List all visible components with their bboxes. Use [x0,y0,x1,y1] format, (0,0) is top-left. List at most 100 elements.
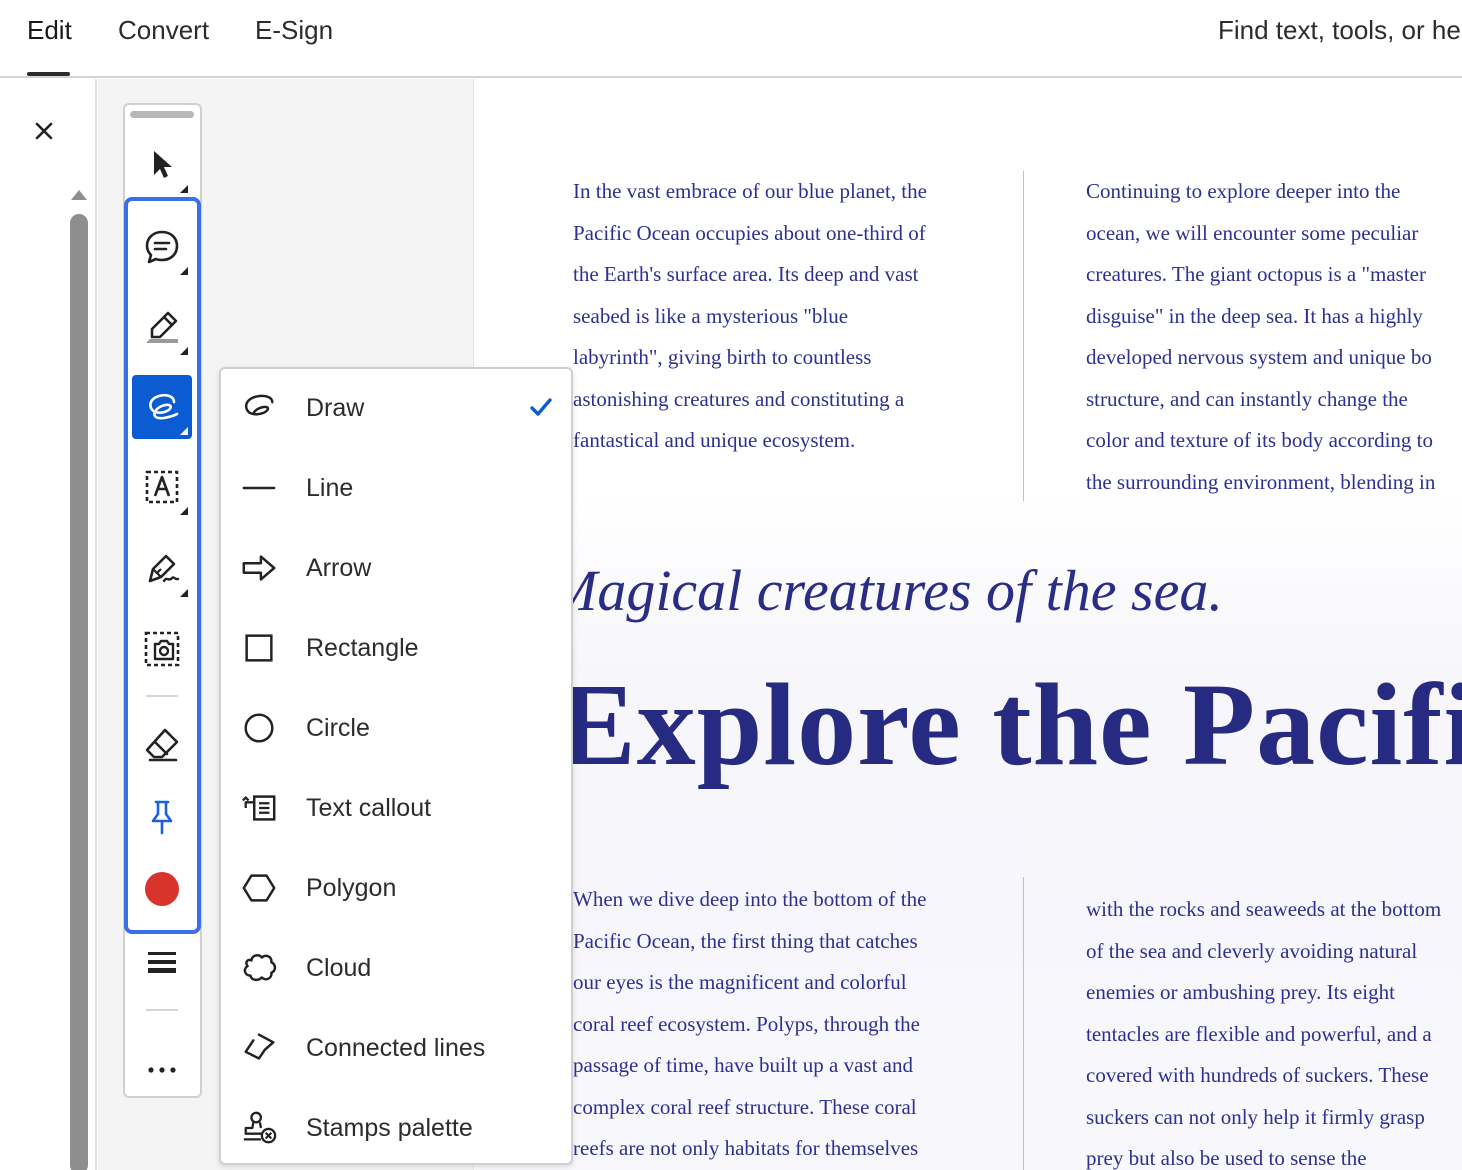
paragraph-bottom-left: When we dive deep into the bottom of the… [573,879,926,1170]
text-line: of the sea and cleverly avoiding natural [1086,938,1418,963]
close-icon[interactable] [30,117,58,145]
menu-item-label: Circle [306,713,370,742]
tab-convert[interactable]: Convert [118,15,209,46]
menu-item-polygon[interactable]: Polygon [221,849,571,927]
polygon-icon [242,874,276,902]
text-line: astonishing creatures and constituting a [573,386,905,411]
submenu-indicator [180,589,188,597]
tool-comment[interactable] [132,215,192,279]
text-line: Pacific Ocean, the first thing that catc… [573,928,918,953]
text-line: disguise" in the deep sea. It has a high… [1086,303,1423,328]
text-line: Continuing to explore deeper into the [1086,179,1401,203]
menu-item-circle[interactable]: Circle [221,689,571,767]
arrow-icon [242,555,276,581]
column-rule [1023,171,1024,501]
text-callout-icon [242,795,276,821]
more-dots-icon [148,1067,176,1073]
text-line: coral reef ecosystem. Polyps, through th… [573,1011,920,1036]
camera-capture-icon [144,631,180,667]
submenu-indicator [180,427,188,435]
menu-item-text-callout[interactable]: Text callout [221,769,571,847]
document-subtitle: Magical creatures of the sea. [549,558,1223,623]
tool-more[interactable] [132,1026,192,1090]
menu-item-stamps-palette[interactable]: Stamps palette [221,1089,571,1167]
text-line: seabed is like a mysterious "blue [573,303,849,328]
text-line: creatures. The giant octopus is a "maste… [1086,262,1426,286]
column-rule [1023,877,1024,1170]
comment-bubble-icon [145,230,179,264]
eraser-icon [145,728,179,762]
menu-item-label: Line [306,473,354,502]
scrollbar-thumb[interactable] [70,214,88,1170]
text-line: When we dive deep into the bottom of the [573,887,927,911]
tool-line-weight[interactable] [132,930,192,994]
tool-highlight[interactable] [132,295,192,359]
color-swatch-icon [145,872,179,906]
menu-item-label: Stamps palette [306,1113,473,1142]
search-tools-input[interactable]: Find text, tools, or hel [1218,15,1462,46]
checkmark-icon [530,398,552,416]
toolbar-drag-handle[interactable] [130,111,194,118]
text-line: labyrinth", giving birth to countless [573,345,872,369]
menu-item-label: Arrow [306,553,372,582]
text-line: passage of time, have built up a vast an… [573,1053,913,1077]
text-line: ocean, we will encounter some peculiar [1086,220,1419,245]
menu-item-draw[interactable]: Draw [221,369,571,447]
tool-snapshot[interactable] [132,617,192,681]
freehand-draw-icon [149,393,179,420]
top-bar: Edit Convert E-Sign Find text, tools, or… [0,0,1462,78]
text-line: In the vast embrace of our blue planet, … [573,179,927,203]
menu-item-connected-lines[interactable]: Connected lines [221,1009,571,1087]
stamps-palette-icon [243,1111,277,1144]
cloud-icon [243,954,277,982]
toolbar-separator [146,1009,178,1011]
circle-icon [244,713,274,743]
menu-item-cloud[interactable]: Cloud [221,929,571,1007]
text-line: the Earth's surface area. Its deep and v… [573,262,919,286]
highlighter-icon [146,311,178,343]
toolbar-separator [146,695,178,697]
paragraph-top-left: In the vast embrace of our blue planet, … [573,171,927,462]
menu-item-label: Rectangle [306,633,419,662]
text-line: suckers can not only help it firmly gras… [1086,1104,1425,1129]
freehand-draw-icon [244,394,274,416]
text-line: color and texture of its body according … [1086,428,1433,452]
tool-color[interactable] [132,857,192,921]
tool-draw[interactable] [132,375,192,439]
menu-item-rectangle[interactable]: Rectangle [221,609,571,687]
tool-pin[interactable] [132,785,192,849]
text-line: reefs are not only habitats for themselv… [573,1136,919,1160]
tool-signature[interactable] [132,537,192,601]
connected-lines-icon [244,1033,275,1060]
tool-text-box[interactable] [132,455,192,519]
menu-item-label: Connected lines [306,1033,486,1062]
text-line: the surrounding environment, blending in [1086,469,1436,494]
text-line: our eyes is the magnificent and colorful [573,970,907,994]
text-line: covered with hundreds of suckers. These [1086,1063,1429,1087]
pin-icon [151,800,173,835]
caret-up-icon[interactable] [69,187,89,201]
text-line: developed nervous system and unique bo [1086,345,1432,369]
menu-item-line[interactable]: Line [221,449,571,527]
menu-item-label: Draw [306,393,365,422]
tab-edit[interactable]: Edit [27,15,72,46]
text-line: structure, and can instantly change the [1086,386,1408,411]
text-line: Pacific Ocean occupies about one-third o… [573,220,926,245]
tool-eraser[interactable] [132,712,192,776]
tab-e-sign[interactable]: E-Sign [255,15,333,46]
menu-item-arrow[interactable]: Arrow [221,529,571,607]
rectangle-icon [245,634,273,662]
text-line: with the rocks and seaweeds at the botto… [1086,897,1442,921]
text-line: fantastical and unique ecosystem. [573,428,856,452]
line-icon [242,486,276,490]
text-line: enemies or ambushing prey. Its eight [1086,980,1395,1004]
menu-item-label: Text callout [306,793,432,822]
pen-sign-icon [148,554,180,583]
paragraph-bottom-right: with the rocks and seaweeds at the botto… [1086,889,1441,1170]
tool-select[interactable] [132,133,192,197]
text-line: complex coral reef structure. These cora… [573,1094,917,1119]
submenu-indicator [180,185,188,193]
line-weight-icon [148,952,176,973]
text-line: prey but also be used to sense the [1086,1146,1367,1170]
text-line: tentacles are flexible and powerful, and… [1086,1021,1432,1046]
